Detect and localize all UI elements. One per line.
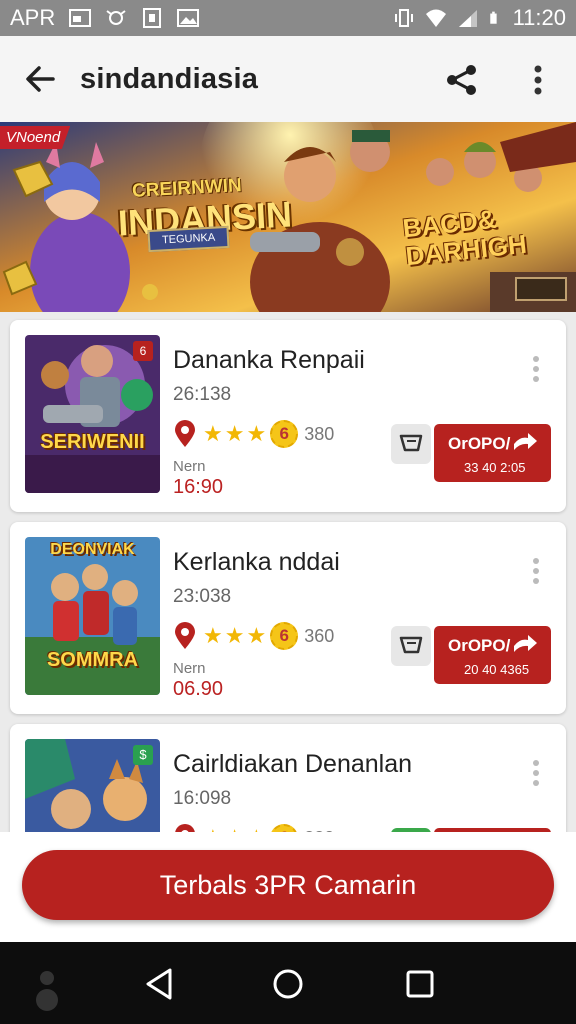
order-button-label: OrOPO/ [448,434,511,453]
share-icon [447,65,476,95]
item-subtitle: 23:038 [173,586,232,607]
item-title: Cairldiakan Denanlan [173,750,413,778]
sim-icon [143,8,162,28]
item-price: 16:90 [173,476,224,498]
screen-icon [69,9,92,27]
list-item[interactable]: $ Cairldiakan Denanlan 16:098 ★ ★ ★ 6 33… [10,724,566,832]
page-title: sindandiasia [80,62,259,95]
order-button[interactable]: OrOPO/ 20 40 4365 [434,626,551,684]
forward-icon [514,433,537,450]
forward-icon [514,635,537,652]
review-count: 380 [304,423,335,444]
item-subtitle: 16:098 [173,788,232,809]
star-icon: ★ [224,421,245,446]
vibrate-icon [394,9,413,27]
cart-icon [399,636,423,654]
star-icon: ★ [225,825,245,832]
level-badge: 6 [270,622,299,650]
corner-badge: $ [133,745,153,765]
game-thumbnail: SERIWENII 6 [25,335,160,493]
nav-home-icon[interactable] [268,964,308,1004]
order-button-code: 20 40 4365 [464,662,530,677]
nav-recents-icon[interactable] [400,964,440,1004]
item-label: Nern [173,660,206,677]
rating-row: ★ ★ ★ 6 360 [173,622,334,650]
order-button-label: OrOPO/ [448,636,511,655]
banner-subtitle: TEGUNKA [147,225,230,253]
rating-row: ★ ★ ★ 6 330 [173,824,334,832]
location-pin-icon [175,622,195,649]
overflow-menu-button[interactable] [518,58,558,102]
star-icon: ★ [246,421,267,446]
item-subtitle: 26:138 [173,384,232,405]
thumbnail-caption: SOMMRA [46,649,139,671]
battery-icon [489,11,497,24]
carrier-label: APR [10,5,56,30]
more-vert-icon[interactable] [526,354,546,384]
back-button[interactable] [0,36,80,122]
item-price: 06.90 [173,678,224,700]
item-title: Kerlanka nddai [173,548,340,576]
app-bar: sindandiasia [0,36,576,122]
system-navigation-bar [0,942,576,1024]
cart-icon [399,434,423,452]
game-thumbnail: $ [25,739,160,832]
signal-icon [458,10,477,27]
star-icon: ★ [203,623,223,648]
list-item[interactable]: SERIWENII 6 Dananka Renpaii 26:138 ★ ★ ★… [10,320,566,512]
more-vert-icon [534,65,542,95]
order-button-code: 33 40 2:05 [464,460,526,475]
item-label: Nern [173,458,206,475]
more-vert-icon[interactable] [526,556,546,586]
level-badge: 6 [270,420,299,448]
item-title: Dananka Renpaii [173,346,365,374]
assistant-icon[interactable] [34,970,60,1016]
more-vert-icon[interactable] [526,758,546,788]
game-list: SERIWENII 6 Dananka Renpaii 26:138 ★ ★ ★… [0,312,576,832]
game-thumbnail: DEONVIAK SOMMRA [25,537,160,695]
star-icon: ★ [203,825,223,832]
bottom-action-bar: Terbals 3PR Camarin [0,832,576,942]
primary-cta-button[interactable]: Terbals 3PR Camarin [22,850,554,920]
rating-row: ★ ★ ★ 6 380 [173,420,334,448]
face-icon [106,10,126,25]
thumbnail-caption-top: DEONVIAK [50,541,135,558]
star-icon: ★ [246,825,266,832]
promo-banner[interactable]: VNoend CREIRNWIN INDANSIN TEGUNKA BACD& … [0,122,576,312]
order-button[interactable]: OrOPO/ 33 40 2:05 [434,424,551,482]
image-icon [177,9,200,27]
cart-button[interactable] [391,424,431,464]
banner-right-title: BACD& DARHIGH [401,202,528,271]
star-icon: ★ [224,623,245,648]
cart-button[interactable] [391,626,431,666]
thumbnail-caption: SERIWENII [40,431,145,453]
share-button[interactable] [440,58,484,102]
list-item[interactable]: DEONVIAK SOMMRA Kerlanka nddai 23:038 ★ … [10,522,566,714]
nav-back-icon[interactable] [140,964,180,1004]
clock: 11:20 [512,5,566,30]
arrow-back-icon [26,66,55,92]
star-icon: ★ [246,623,267,648]
star-icon: ★ [203,421,223,446]
review-count: 360 [304,625,335,646]
level-badge: 6 [270,824,299,832]
wifi-icon [425,9,446,27]
location-pin-icon [175,824,195,832]
status-bar: APR 11:20 [0,0,576,36]
banner-tag: VNoend [0,126,71,149]
corner-badge: 6 [133,341,153,361]
location-pin-icon [175,420,195,447]
